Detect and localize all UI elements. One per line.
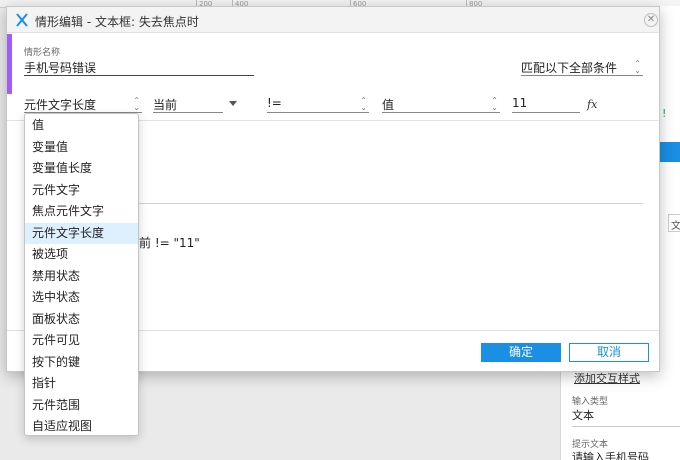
dropdown-item[interactable]: 按下的键 — [25, 352, 138, 374]
condition-current-value: 当前 — [153, 98, 178, 112]
condition-current-select[interactable]: 当前 — [153, 96, 223, 113]
dropdown-item[interactable]: 被选项 — [25, 244, 138, 266]
match-condition-select[interactable]: 匹配以下全部条件 ⌃ ⌄ — [521, 59, 643, 76]
close-icon[interactable]: ✕ — [644, 13, 658, 27]
dropdown-item[interactable]: 值 — [25, 115, 138, 137]
dropdown-item[interactable]: 面板状态 — [25, 309, 138, 331]
dropdown-item[interactable]: 元件范围 — [25, 395, 138, 417]
inspector-partial-tab[interactable]: 文 — [668, 214, 680, 232]
spinner-arrows-icon: ⌃ ⌄ — [491, 96, 498, 112]
dialog-titlebar: 情形编辑 - 文本框: 失去焦点时 ✕ — [7, 7, 659, 33]
dropdown-item[interactable]: 元件可见 — [25, 330, 138, 352]
dropdown-item[interactable]: 自适应视图 — [25, 416, 138, 438]
fx-function-icon[interactable]: fx — [587, 98, 597, 111]
dropdown-item-selected[interactable]: 元件文字长度 — [25, 222, 138, 244]
case-name-label: 情形名称 — [24, 48, 61, 58]
cancel-button[interactable]: 取消 — [569, 343, 649, 362]
input-type-select[interactable]: 文本 — [572, 407, 680, 427]
condition-description: 前 != "11" — [139, 236, 200, 250]
condition-target-value: 元件文字长度 — [24, 98, 97, 112]
match-condition-value: 匹配以下全部条件 — [521, 61, 618, 75]
condition-target-select[interactable]: 元件文字长度 ⌃ ⌄ — [24, 96, 142, 113]
spinner-arrows-icon: ⌃ ⌄ — [360, 96, 367, 112]
spinner-arrows-icon: ⌃ ⌄ — [133, 96, 140, 112]
dropdown-item[interactable]: 指针 — [25, 373, 138, 395]
dropdown-item[interactable]: 禁用状态 — [25, 266, 138, 288]
spinner-arrows-icon: ⌃ ⌄ — [634, 59, 641, 75]
inspector-blue-button[interactable] — [660, 142, 680, 162]
axure-logo-icon — [16, 13, 28, 27]
divider — [137, 203, 643, 204]
ok-button[interactable]: 确定 — [481, 343, 561, 362]
case-accent-bar — [7, 34, 12, 94]
condition-value-text: 11 — [512, 96, 528, 110]
condition-value-input[interactable]: 11 — [512, 96, 580, 113]
condition-operator-value: != — [267, 96, 282, 110]
condition-operator-select[interactable]: != ⌃ ⌄ — [267, 96, 369, 113]
condition-type-value: 值 — [382, 98, 395, 112]
dropdown-item[interactable]: 元件文字 — [25, 180, 138, 202]
input-type-label: 输入类型 — [572, 397, 609, 407]
add-interaction-style-link[interactable]: 添加交互样式 — [574, 370, 640, 386]
case-name-input[interactable]: 手机号码错误 — [24, 59, 254, 76]
hint-text-input[interactable]: 请输入手机号码 — [572, 449, 649, 460]
condition-target-dropdown: 值 变量值 变量值长度 元件文字 焦点元件文字 元件文字长度 被选项 禁用状态 … — [24, 113, 139, 436]
dialog-title: 情形编辑 - 文本框: 失去焦点时 — [35, 15, 199, 29]
dropdown-item[interactable]: 变量值长度 — [25, 158, 138, 180]
caret-down-icon[interactable] — [229, 101, 237, 106]
condition-type-select[interactable]: 值 ⌃ ⌄ — [382, 96, 500, 113]
dropdown-item[interactable]: 焦点元件文字 — [25, 201, 138, 223]
dropdown-item[interactable]: 变量值 — [25, 137, 138, 159]
dropdown-item[interactable]: 选中状态 — [25, 287, 138, 309]
inspector-partial-green-text: ! — [662, 107, 667, 120]
